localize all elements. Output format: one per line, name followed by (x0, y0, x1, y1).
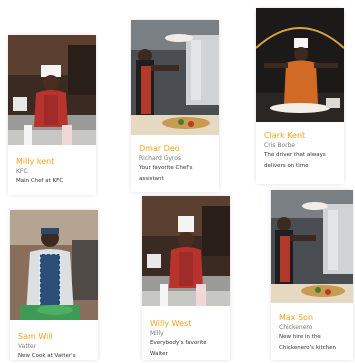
cook-photo (10, 210, 98, 320)
cook-card-max-son[interactable]: Max Son Chickenero New hire in the Chick… (271, 190, 353, 360)
cook-description: Everybody's favorite Waiter (150, 340, 207, 357)
cook-description: New Cook at Vatter's (18, 353, 76, 359)
cook-photo (8, 35, 96, 145)
cook-info: Milly kent KFC Main Chef at KFC (8, 152, 96, 187)
cook-info: Sam Will Vatter New Cook at Vatter's (10, 327, 98, 362)
cook-info: Clark Kent Cris Borbe The driver that al… (256, 126, 344, 172)
cook-info: Max Son Chickenero New hire in the Chick… (271, 308, 353, 354)
cook-name[interactable]: Max Son (279, 312, 345, 323)
cook-card-sam-will[interactable]: Sam Will Vatter New Cook at Vatter's (10, 210, 98, 360)
cook-info: Dmar Deo Richard Gyros Your favorite Che… (131, 139, 219, 185)
cook-name[interactable]: Milly kent (16, 156, 88, 167)
cook-photo (256, 8, 344, 122)
cook-description: The driver that always delivers on time (264, 152, 326, 169)
cook-name[interactable]: Willy West (150, 318, 222, 329)
cook-name[interactable]: Clark Kent (264, 130, 336, 141)
cook-description: Main Chef at KFC (16, 178, 64, 184)
cook-workplace: Richard Gyros (139, 155, 182, 162)
cook-name[interactable]: Sam Will (18, 331, 90, 342)
cook-workplace: Chickenero (279, 324, 313, 331)
cook-description: Your favorite Chef's assistant (139, 165, 193, 182)
cook-workplace: KFC (16, 168, 28, 175)
cook-workplace: Milly (150, 330, 164, 337)
cook-photo (271, 190, 353, 303)
cook-info: Willy West Milly Everybody's favorite Wa… (142, 314, 230, 360)
cook-card-clark-kent[interactable]: Clark Kent Cris Borbe The driver that al… (256, 8, 344, 184)
cook-photo (142, 196, 230, 306)
cook-name[interactable]: Dmar Deo (139, 143, 211, 154)
cook-workplace: Cris Borbe (264, 142, 296, 149)
cook-card-dmar-deo[interactable]: Dmar Deo Richard Gyros Your favorite Che… (131, 20, 219, 192)
cook-card-willy-west[interactable]: Willy West Milly Everybody's favorite Wa… (142, 196, 230, 360)
cook-card-milly-kent[interactable]: Milly kent KFC Main Chef at KFC (8, 35, 96, 195)
cook-photo (131, 20, 219, 135)
cook-description: New hire in the Chickenero's kitchen (279, 334, 337, 351)
cook-workplace: Vatter (18, 343, 37, 350)
